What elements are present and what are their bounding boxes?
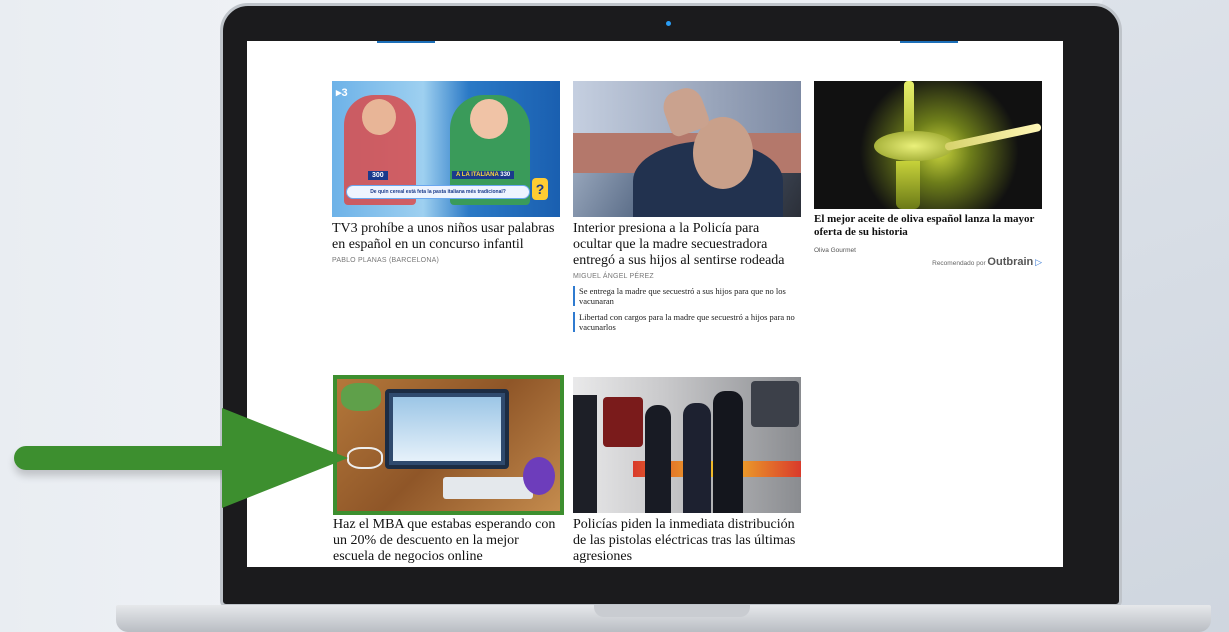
score-left: 300 bbox=[368, 171, 388, 180]
article-headline[interactable]: El mejor aceite de oliva español lanza l… bbox=[814, 213, 1042, 239]
spoon-handle bbox=[944, 122, 1042, 152]
oil-spoon bbox=[874, 131, 954, 161]
laptop-base-notch bbox=[594, 605, 750, 617]
face bbox=[362, 99, 396, 135]
article-byline: PABLO PLANAS (BARCELONA) bbox=[332, 257, 439, 264]
recommended-by[interactable]: Recomendado por Outbrain ▷ bbox=[814, 256, 1042, 268]
article-thumbnail[interactable] bbox=[573, 377, 801, 513]
nav-indicator bbox=[900, 41, 958, 43]
article-thumbnail[interactable]: ▸3 300 A LA ITALIANA 330 De quin cereal … bbox=[332, 81, 560, 217]
article-card[interactable]: ▸3 300 A LA ITALIANA 330 De quin cereal … bbox=[332, 81, 560, 264]
sponsored-card[interactable]: El mejor aceite de oliva español lanza l… bbox=[814, 81, 1042, 268]
pointer-arrow-shaft bbox=[14, 446, 254, 470]
officer bbox=[573, 395, 597, 513]
article-card[interactable]: Interior presiona a la Policía para ocul… bbox=[573, 81, 801, 332]
article-headline[interactable]: Interior presiona a la Policía para ocul… bbox=[573, 221, 801, 269]
article-byline: MIGUEL ÁNGEL PÉREZ bbox=[573, 273, 654, 280]
pointer-arrow-icon bbox=[222, 408, 348, 508]
webcam-dot bbox=[666, 21, 671, 26]
nav-indicator bbox=[377, 41, 435, 43]
quiz-question: De quin cereal està feta la pasta italia… bbox=[346, 185, 530, 199]
article-headline[interactable]: Haz el MBA que estabas esperando con un … bbox=[333, 517, 561, 565]
related-link[interactable]: Se entrega la madre que secuestró a sus … bbox=[573, 286, 801, 306]
adchoices-icon: ▷ bbox=[1035, 257, 1042, 267]
team-label: A LA ITALIANA 330 bbox=[452, 171, 515, 179]
officer bbox=[713, 391, 743, 513]
police-emblem bbox=[603, 397, 643, 447]
question-mark-icon: ? bbox=[532, 178, 548, 200]
outbrain-logo: Outbrain bbox=[987, 256, 1034, 268]
article-thumbnail[interactable] bbox=[573, 81, 801, 217]
article-headline[interactable]: TV3 prohíbe a unos niños usar palabras e… bbox=[332, 221, 560, 253]
oil-drip bbox=[896, 161, 920, 209]
related-link[interactable]: Libertad con cargos para la madre que se… bbox=[573, 312, 801, 332]
article-headline[interactable]: Policías piden la inmediata distribución… bbox=[573, 517, 801, 565]
article-thumbnail[interactable] bbox=[814, 81, 1042, 209]
officer bbox=[683, 403, 711, 513]
face bbox=[470, 99, 508, 139]
tv3-logo: ▸3 bbox=[336, 87, 348, 99]
van-window bbox=[751, 381, 799, 427]
sponsor-name: Oliva Gourmet bbox=[814, 247, 856, 254]
highlight-box bbox=[333, 375, 564, 515]
officer bbox=[645, 405, 671, 513]
article-card[interactable]: Policías piden la inmediata distribución… bbox=[573, 377, 801, 565]
